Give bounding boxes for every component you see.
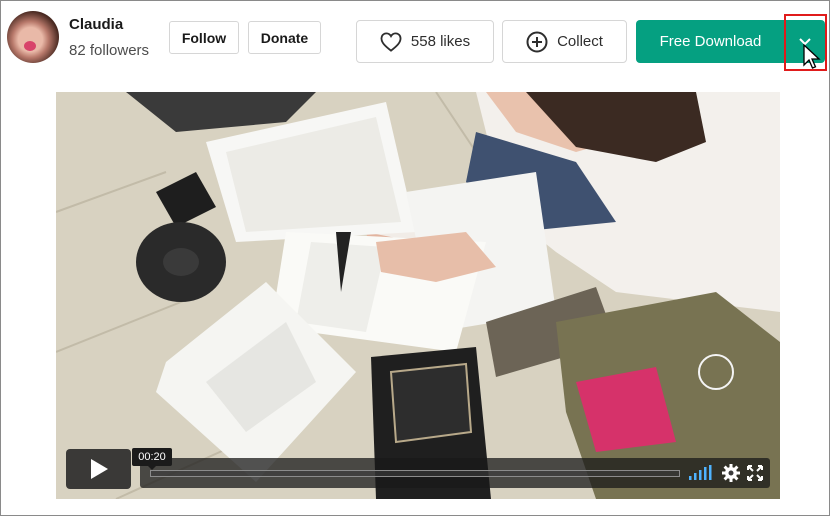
video-control-bar <box>140 458 770 488</box>
current-time: 00:20 <box>138 451 166 463</box>
collect-label: Collect <box>557 33 603 50</box>
donate-label: Donate <box>260 29 309 46</box>
follower-count: 82 followers <box>69 42 150 59</box>
volume-icon[interactable] <box>688 465 712 481</box>
follow-button[interactable]: Follow <box>169 21 239 54</box>
current-time-tooltip: 00:20 <box>132 448 172 470</box>
progress-bar[interactable] <box>150 470 680 477</box>
heart-icon <box>380 31 402 52</box>
fullscreen-icon[interactable] <box>747 465 763 481</box>
video-player[interactable]: 00:20 <box>56 92 780 499</box>
download-label: Free Download <box>659 33 762 50</box>
collect-button[interactable]: Collect <box>502 20 627 63</box>
gear-icon[interactable] <box>722 464 740 482</box>
play-icon <box>90 459 108 479</box>
avatar[interactable] <box>7 11 59 63</box>
follow-label: Follow <box>181 29 227 46</box>
plus-circle-icon <box>526 31 548 52</box>
mouse-cursor-icon <box>803 44 821 69</box>
like-button[interactable]: 558 likes <box>356 20 494 63</box>
creator-name[interactable]: Claudia <box>69 16 123 33</box>
likes-label: 558 likes <box>410 33 471 50</box>
free-download-button[interactable]: Free Download <box>636 20 785 63</box>
play-button[interactable] <box>66 449 131 489</box>
video-frame <box>56 92 780 499</box>
donate-button[interactable]: Donate <box>248 21 321 54</box>
